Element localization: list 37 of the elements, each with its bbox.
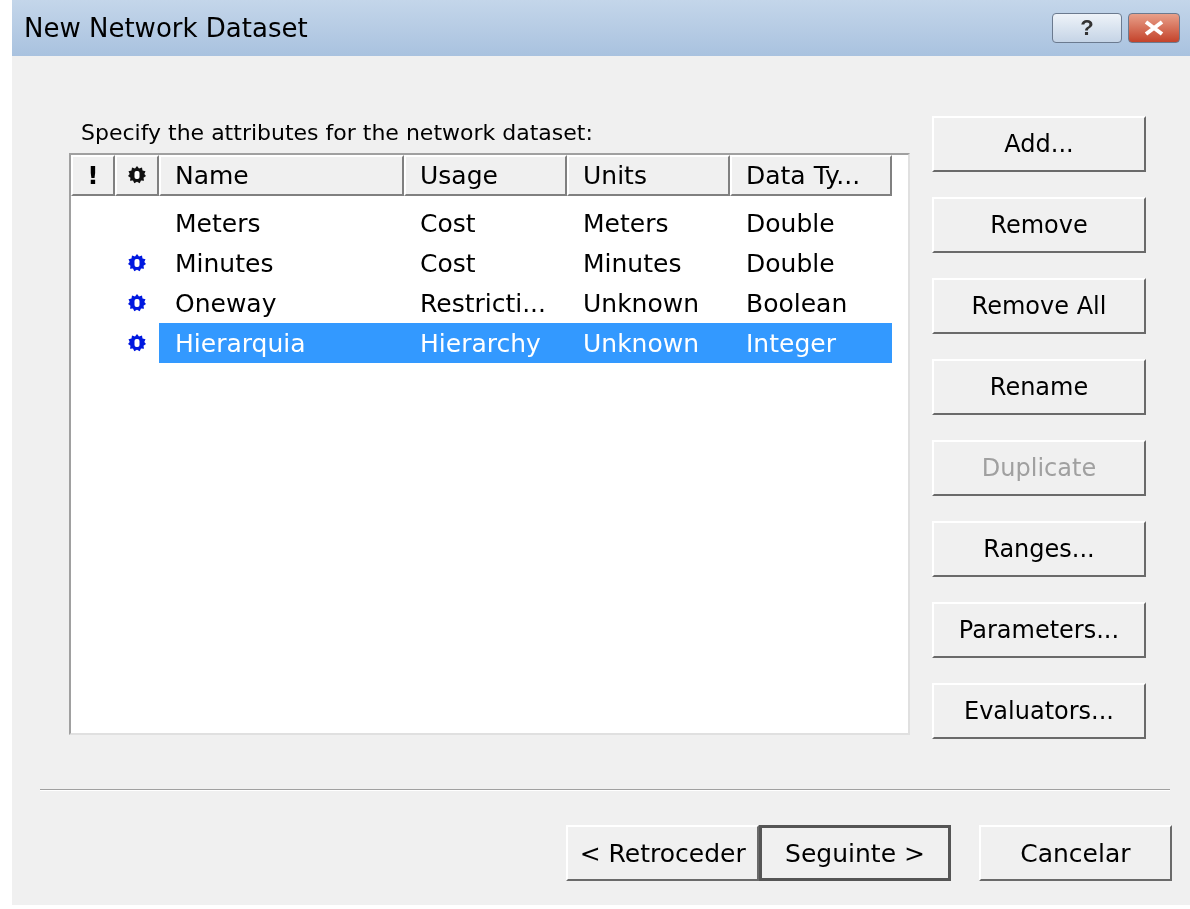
gear-icon (127, 165, 147, 186)
close-icon (1143, 20, 1165, 36)
column-header[interactable]: Name (159, 155, 404, 196)
table-cell[interactable]: Minutes (159, 243, 404, 283)
marker-icon (127, 253, 147, 273)
table-cell[interactable]: Cost (404, 203, 567, 243)
table-cell[interactable]: Oneway (159, 283, 404, 323)
column-header[interactable]: Data Ty... (730, 155, 892, 196)
table-cell[interactable]: Restricti... (404, 283, 567, 323)
wizard-button[interactable]: Cancelar (978, 825, 1172, 881)
help-button[interactable]: ? (1052, 13, 1122, 43)
table-cell[interactable]: Meters (159, 203, 404, 243)
action-button[interactable]: Rename (932, 359, 1146, 415)
action-button[interactable]: Add... (932, 116, 1146, 172)
table-cell[interactable]: Meters (567, 203, 730, 243)
window-title: New Network Dataset (24, 13, 309, 43)
table-cell[interactable]: Unknown (567, 283, 730, 323)
table-cell[interactable]: Cost (404, 243, 567, 283)
marker-icon (127, 333, 147, 353)
action-button[interactable]: Remove All (932, 278, 1146, 334)
table-cell[interactable]: Minutes (567, 243, 730, 283)
action-button[interactable]: Evaluators... (932, 683, 1146, 739)
marker-icon (127, 293, 147, 313)
action-button[interactable]: Remove (932, 197, 1146, 253)
column-header[interactable]: Units (567, 155, 730, 196)
column-header[interactable]: Usage (404, 155, 567, 196)
table-cell[interactable]: Double (730, 203, 892, 243)
column-header[interactable]: ! (71, 155, 115, 196)
action-button[interactable]: Parameters... (932, 602, 1146, 658)
instruction-text: Specify the attributes for the network dataset: (81, 120, 594, 145)
wizard-button[interactable]: Seguinte > (759, 825, 951, 881)
close-button[interactable] (1128, 13, 1180, 43)
wizard-button[interactable]: < Retroceder (566, 825, 760, 881)
action-button[interactable]: Ranges... (932, 521, 1146, 577)
table-cell[interactable]: Boolean (730, 283, 892, 323)
column-header[interactable] (115, 155, 159, 196)
table-cell[interactable]: Double (730, 243, 892, 283)
